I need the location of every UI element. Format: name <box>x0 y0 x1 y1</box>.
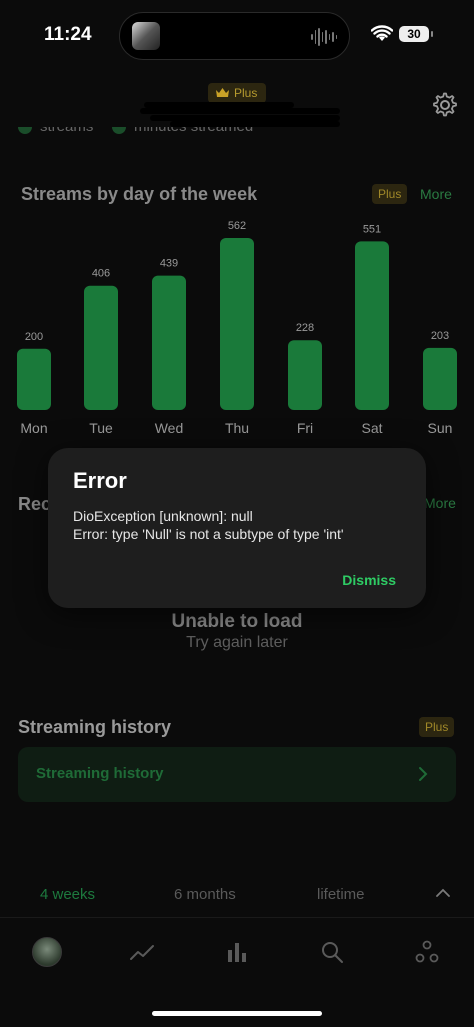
try-again-text: Try again later <box>186 634 288 651</box>
chevron-up-icon[interactable] <box>436 888 450 897</box>
search-icon[interactable] <box>317 937 347 967</box>
chart-legend: streams minutes streamed <box>18 127 278 145</box>
unable-to-load-text: Unable to load <box>171 611 303 632</box>
audio-wave-icon <box>311 27 337 47</box>
day-label-mon: Mon <box>20 420 47 436</box>
legend-minutes: minutes streamed <box>112 127 253 135</box>
day-label-wed: Wed <box>155 420 184 436</box>
legend-dot-icon <box>18 127 32 135</box>
tabbar-divider <box>0 917 474 918</box>
streams-by-day-chart: 200 Mon 406 Tue 439 Wed 562 Thu 228 Fri 551 Sat 203 S… <box>17 220 457 436</box>
bar-value-sat: 551 <box>363 223 381 235</box>
error-dialog: Error DioException [unknown]: null Error… <box>48 448 426 608</box>
bar-value-sun: 203 <box>431 330 449 342</box>
streaming-history-row[interactable]: Streaming history <box>18 747 456 802</box>
chevron-right-icon <box>419 767 428 781</box>
bar-fri[interactable] <box>288 340 322 410</box>
bar-sun[interactable] <box>423 347 457 410</box>
streaming-history-row-label: Streaming history <box>36 765 164 782</box>
streams-by-day-title: Streams by day of the week <box>21 184 258 204</box>
legend-dot-icon <box>112 127 126 135</box>
bar-value-mon: 200 <box>25 331 43 343</box>
bar-wed[interactable] <box>152 275 186 410</box>
gear-icon[interactable] <box>432 92 458 118</box>
dialog-title: Error <box>73 468 127 493</box>
plus-header-label: Plus <box>234 86 258 100</box>
now-playing-artwork <box>132 22 160 50</box>
redacted-username <box>140 100 344 128</box>
dialog-message: DioException [unknown]: null Error: type… <box>73 507 413 543</box>
day-label-sat: Sat <box>361 420 382 436</box>
day-label-tue: Tue <box>89 420 113 436</box>
range-tab-6-months[interactable]: 6 months <box>174 886 236 903</box>
day-label-thu: Thu <box>225 420 249 436</box>
bar-chart-icon[interactable] <box>222 937 252 967</box>
bar-mon[interactable] <box>17 348 51 410</box>
bar-value-fri: 228 <box>296 322 314 334</box>
bar-thu[interactable] <box>220 238 254 410</box>
bar-value-thu: 562 <box>228 220 246 232</box>
dismiss-button[interactable]: Dismiss <box>342 572 396 588</box>
range-tab-lifetime[interactable]: lifetime <box>317 886 365 903</box>
bar-sat[interactable] <box>355 241 389 410</box>
streaming-history-title: Streaming history <box>18 717 172 737</box>
bar-value-wed: 439 <box>160 258 178 270</box>
day-label-sun: Sun <box>428 420 453 436</box>
trend-icon[interactable] <box>127 937 157 967</box>
home-indicator <box>152 1011 322 1016</box>
range-tab-4-weeks[interactable]: 4 weeks <box>40 886 95 903</box>
crown-icon <box>216 88 229 97</box>
bar-value-tue: 406 <box>92 268 110 280</box>
battery-indicator: 30 <box>399 26 433 42</box>
wifi-icon <box>371 25 393 41</box>
day-label-fri: Fri <box>297 420 313 436</box>
streams-plus-badge[interactable]: Plus <box>372 184 408 204</box>
friends-icon[interactable] <box>412 937 442 967</box>
streams-more-link[interactable]: More <box>420 186 452 202</box>
dialog-message-line-2: Error: type 'Null' is not a subtype of t… <box>73 526 344 542</box>
legend-streams: streams <box>18 127 93 135</box>
recent-more-link[interactable]: More <box>424 495 456 511</box>
recent-section-title: Rec <box>18 494 52 514</box>
nav-profile-avatar[interactable] <box>32 937 62 967</box>
dynamic-island[interactable] <box>119 12 350 60</box>
status-time: 11:24 <box>44 24 92 45</box>
dialog-message-line-1: DioException [unknown]: null <box>73 508 253 524</box>
bar-tue[interactable] <box>84 285 118 410</box>
history-plus-badge[interactable]: Plus <box>419 717 455 737</box>
